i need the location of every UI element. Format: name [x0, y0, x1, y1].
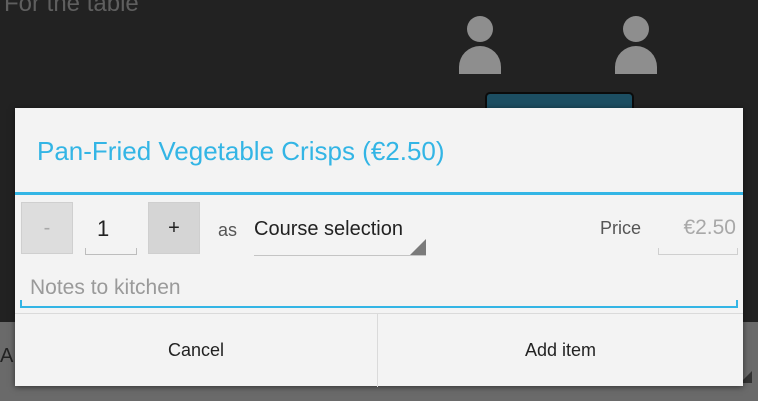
- dropdown-corner-icon: [410, 239, 426, 255]
- add-item-button[interactable]: Add item: [378, 314, 743, 387]
- quantity-field[interactable]: 1: [85, 208, 137, 255]
- add-item-dialog: Pan-Fried Vegetable Crisps (€2.50) - 1 +…: [15, 108, 743, 387]
- notes-input[interactable]: [30, 274, 710, 302]
- decrease-quantity-button[interactable]: -: [21, 202, 73, 254]
- course-selection-value: Course selection: [254, 218, 403, 240]
- person-icon[interactable]: [457, 16, 503, 76]
- cancel-button[interactable]: Cancel: [15, 314, 377, 387]
- title-divider: [15, 192, 743, 195]
- price-field[interactable]: €2.50: [658, 210, 738, 255]
- dialog-title: Pan-Fried Vegetable Crisps (€2.50): [37, 136, 445, 166]
- quantity-value: 1: [97, 216, 110, 241]
- as-label: as: [218, 220, 238, 240]
- section-label: For the table: [4, 0, 139, 17]
- bottom-bar-label: A: [0, 345, 14, 367]
- price-value: €2.50: [683, 216, 736, 239]
- person-icon[interactable]: [613, 16, 659, 76]
- price-label: Price: [600, 218, 642, 238]
- increase-quantity-button[interactable]: +: [148, 202, 200, 254]
- course-selection-dropdown[interactable]: Course selection: [254, 212, 426, 256]
- notes-field[interactable]: [20, 272, 738, 308]
- dialog-button-row: Cancel Add item: [15, 313, 743, 387]
